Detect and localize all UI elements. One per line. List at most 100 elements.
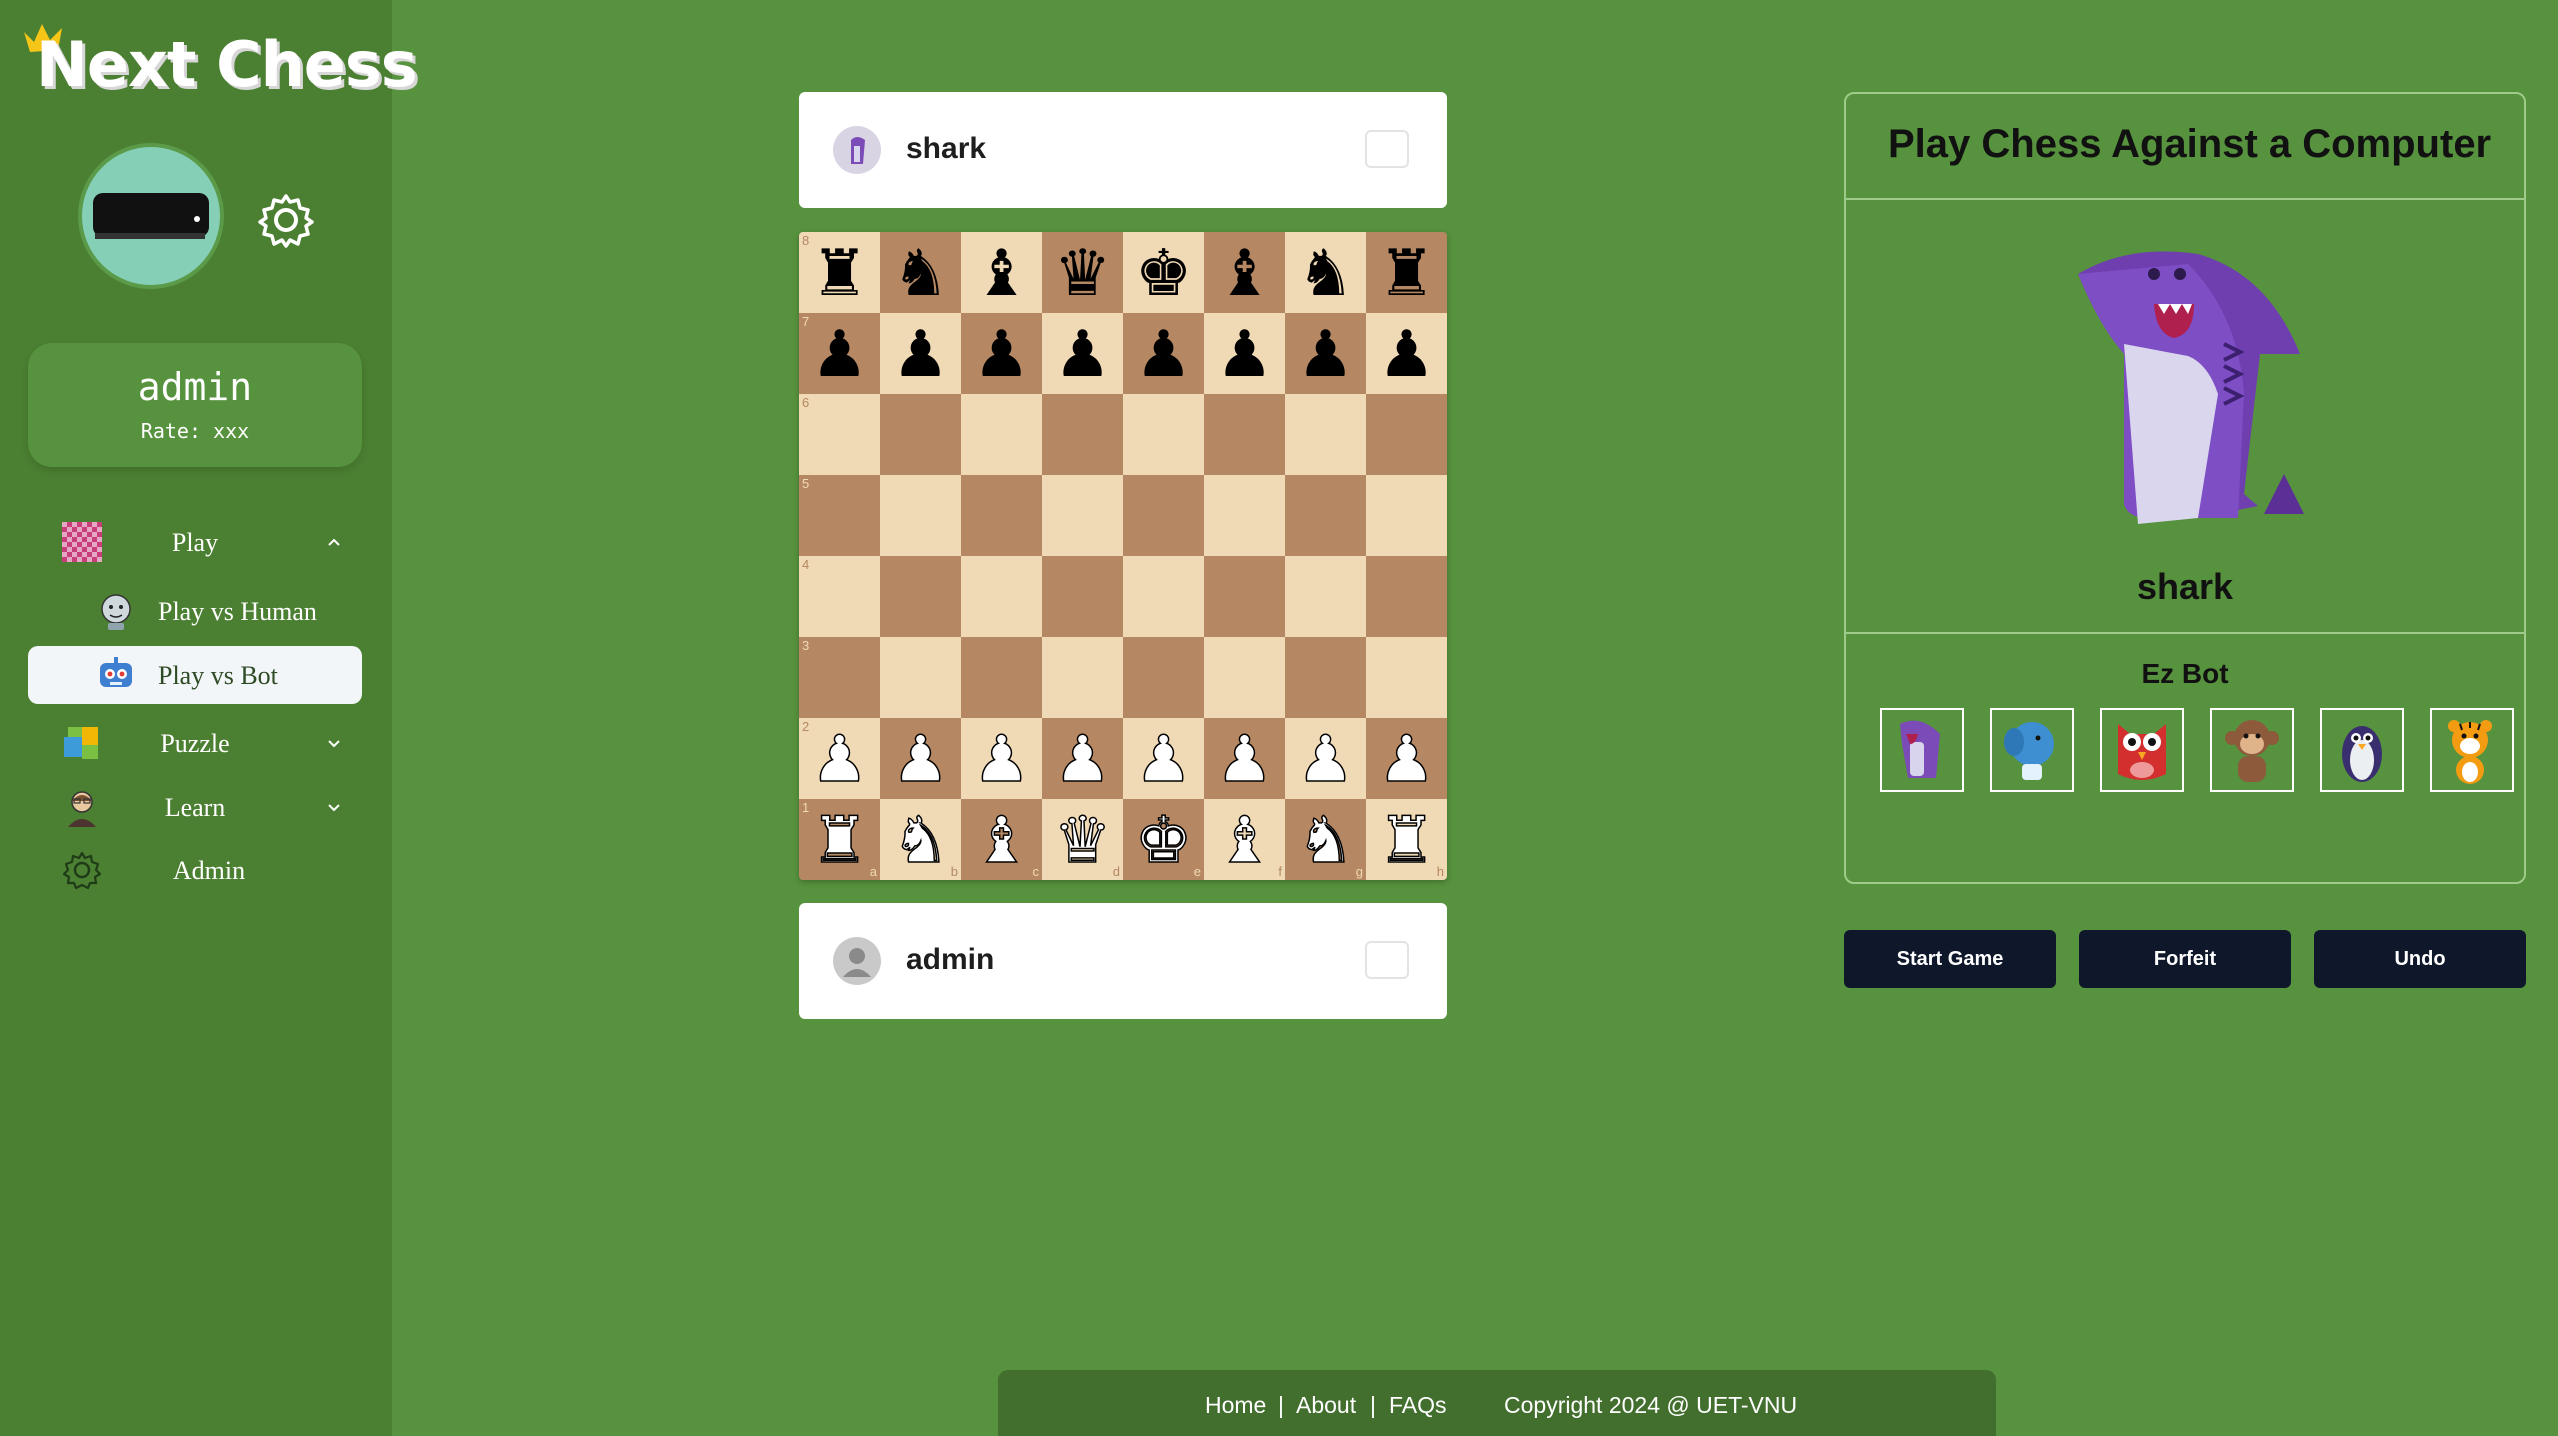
board-square[interactable]: g ♞ bbox=[1285, 799, 1366, 880]
board-square[interactable]: 5 bbox=[799, 475, 880, 556]
board-square[interactable]: ♛ bbox=[1042, 232, 1123, 313]
board-square[interactable] bbox=[1042, 394, 1123, 475]
footer-home-link[interactable]: Home bbox=[1205, 1392, 1266, 1419]
bot-option-monkey[interactable] bbox=[2210, 708, 2294, 792]
white-pawn-piece[interactable]: ♟ bbox=[1123, 718, 1204, 799]
board-square[interactable]: 6 bbox=[799, 394, 880, 475]
black-pawn-piece[interactable]: ♟ bbox=[1204, 313, 1285, 394]
black-pawn-piece[interactable]: ♟ bbox=[880, 313, 961, 394]
white-bishop-piece[interactable]: ♝ bbox=[1204, 799, 1285, 880]
white-pawn-piece[interactable]: ♟ bbox=[880, 718, 961, 799]
black-pawn-piece[interactable]: ♟ bbox=[961, 313, 1042, 394]
bot-option-shark[interactable] bbox=[1880, 708, 1964, 792]
board-square[interactable] bbox=[1366, 637, 1447, 718]
board-square[interactable]: 8 ♜ bbox=[799, 232, 880, 313]
board-square[interactable]: f ♝ bbox=[1204, 799, 1285, 880]
board-square[interactable] bbox=[1285, 475, 1366, 556]
board-square[interactable]: ♞ bbox=[1285, 232, 1366, 313]
nav-play[interactable]: Play bbox=[28, 514, 362, 570]
white-bishop-piece[interactable]: ♝ bbox=[961, 799, 1042, 880]
board-square[interactable]: e ♚ bbox=[1123, 799, 1204, 880]
bot-option-tiger[interactable] bbox=[2430, 708, 2514, 792]
board-square[interactable] bbox=[961, 475, 1042, 556]
black-pawn-piece[interactable]: ♟ bbox=[1042, 313, 1123, 394]
board-square[interactable] bbox=[1366, 475, 1447, 556]
white-rook-piece[interactable]: ♜ bbox=[799, 799, 880, 880]
board-square[interactable]: ♟ bbox=[1123, 313, 1204, 394]
board-square[interactable]: 2 ♟ bbox=[799, 718, 880, 799]
board-square[interactable] bbox=[880, 556, 961, 637]
board-square[interactable] bbox=[1366, 556, 1447, 637]
board-square[interactable] bbox=[1123, 637, 1204, 718]
board-square[interactable]: 4 bbox=[799, 556, 880, 637]
board-square[interactable] bbox=[1123, 394, 1204, 475]
board-square[interactable]: d ♛ bbox=[1042, 799, 1123, 880]
board-square[interactable] bbox=[1123, 475, 1204, 556]
nav-play-vs-human[interactable]: Play vs Human bbox=[28, 582, 362, 640]
black-rook-piece[interactable]: ♜ bbox=[799, 232, 880, 313]
board-square[interactable] bbox=[1042, 475, 1123, 556]
footer-about-link[interactable]: About bbox=[1296, 1392, 1356, 1419]
board-square[interactable] bbox=[880, 475, 961, 556]
white-pawn-piece[interactable]: ♟ bbox=[1366, 718, 1447, 799]
board-square[interactable] bbox=[1204, 556, 1285, 637]
footer-faqs-link[interactable]: FAQs bbox=[1389, 1392, 1447, 1419]
board-square[interactable]: ♝ bbox=[961, 232, 1042, 313]
bot-option-penguin[interactable] bbox=[2320, 708, 2404, 792]
white-queen-piece[interactable]: ♛ bbox=[1042, 799, 1123, 880]
black-rook-piece[interactable]: ♜ bbox=[1366, 232, 1447, 313]
white-pawn-piece[interactable]: ♟ bbox=[799, 718, 880, 799]
board-square[interactable]: ♚ bbox=[1123, 232, 1204, 313]
white-pawn-piece[interactable]: ♟ bbox=[961, 718, 1042, 799]
white-knight-piece[interactable]: ♞ bbox=[1285, 799, 1366, 880]
black-pawn-piece[interactable]: ♟ bbox=[1123, 313, 1204, 394]
nav-play-vs-bot[interactable]: Play vs Bot bbox=[28, 646, 362, 704]
board-square[interactable]: ♟ bbox=[880, 718, 961, 799]
black-bishop-piece[interactable]: ♝ bbox=[1204, 232, 1285, 313]
chessboard[interactable]: 8 ♜ ♞ ♝ ♛ ♚ ♝ ♞ ♜ 7 ♟ ♟ ♟ ♟ ♟ ♟ ♟ ♟ 6 5 4 3 2 ♟ ♟ ♟ ♟ ♟ ♟ ♟ ♟ 1 a ♜ b ♞ c ♝ d ♛… bbox=[799, 232, 1447, 880]
board-square[interactable]: ♟ bbox=[1366, 718, 1447, 799]
gear-icon[interactable] bbox=[256, 190, 316, 250]
board-square[interactable] bbox=[1366, 394, 1447, 475]
avatar[interactable] bbox=[78, 143, 224, 289]
bot-option-elephant[interactable] bbox=[1990, 708, 2074, 792]
nav-learn[interactable]: Learn bbox=[28, 779, 362, 835]
board-square[interactable]: ♟ bbox=[961, 313, 1042, 394]
board-square[interactable] bbox=[1285, 394, 1366, 475]
forfeit-button[interactable]: Forfeit bbox=[2079, 930, 2291, 988]
black-pawn-piece[interactable]: ♟ bbox=[1366, 313, 1447, 394]
board-square[interactable]: 1 a ♜ bbox=[799, 799, 880, 880]
board-square[interactable] bbox=[1204, 394, 1285, 475]
board-square[interactable]: ♟ bbox=[1285, 313, 1366, 394]
board-square[interactable]: ♞ bbox=[880, 232, 961, 313]
white-king-piece[interactable]: ♚ bbox=[1123, 799, 1204, 880]
board-square[interactable] bbox=[961, 556, 1042, 637]
board-square[interactable] bbox=[1204, 637, 1285, 718]
black-queen-piece[interactable]: ♛ bbox=[1042, 232, 1123, 313]
board-square[interactable] bbox=[1042, 556, 1123, 637]
undo-button[interactable]: Undo bbox=[2314, 930, 2526, 988]
board-square[interactable]: ♟ bbox=[1204, 313, 1285, 394]
board-square[interactable]: ♟ bbox=[1042, 718, 1123, 799]
board-square[interactable]: 7 ♟ bbox=[799, 313, 880, 394]
black-knight-piece[interactable]: ♞ bbox=[880, 232, 961, 313]
board-square[interactable]: ♝ bbox=[1204, 232, 1285, 313]
board-square[interactable]: ♟ bbox=[1204, 718, 1285, 799]
bot-option-owl[interactable] bbox=[2100, 708, 2184, 792]
start-game-button[interactable]: Start Game bbox=[1844, 930, 2056, 988]
board-square[interactable]: 3 bbox=[799, 637, 880, 718]
board-square[interactable] bbox=[880, 394, 961, 475]
white-pawn-piece[interactable]: ♟ bbox=[1285, 718, 1366, 799]
white-knight-piece[interactable]: ♞ bbox=[880, 799, 961, 880]
board-square[interactable]: c ♝ bbox=[961, 799, 1042, 880]
board-square[interactable]: ♟ bbox=[1285, 718, 1366, 799]
board-square[interactable]: ♟ bbox=[1042, 313, 1123, 394]
board-square[interactable]: b ♞ bbox=[880, 799, 961, 880]
white-rook-piece[interactable]: ♜ bbox=[1366, 799, 1447, 880]
board-square[interactable]: ♟ bbox=[880, 313, 961, 394]
logo[interactable]: Next Chess bbox=[22, 20, 418, 101]
white-pawn-piece[interactable]: ♟ bbox=[1204, 718, 1285, 799]
board-square[interactable]: ♟ bbox=[1366, 313, 1447, 394]
nav-admin[interactable]: Admin bbox=[28, 842, 362, 898]
board-square[interactable] bbox=[880, 637, 961, 718]
